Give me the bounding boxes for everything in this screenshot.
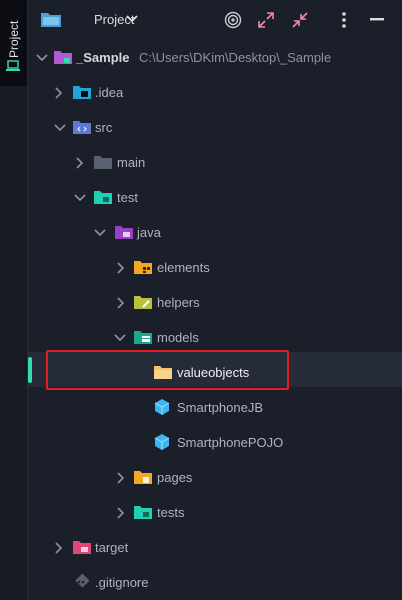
chevron-right-icon[interactable]: [116, 472, 126, 484]
class-cube-icon: [154, 434, 170, 450]
tree-row-test[interactable]: test: [28, 180, 402, 215]
laptop-icon: [6, 60, 20, 71]
smartphonejb-label: SmartphoneJB: [177, 400, 263, 415]
chevron-right-icon[interactable]: [54, 87, 64, 99]
tree-row-smartphonejb[interactable]: SmartphoneJB: [28, 390, 402, 425]
src-label: src: [95, 120, 113, 135]
java-folder-icon: [115, 226, 133, 239]
idea-folder-icon: [73, 86, 91, 99]
project-tab-label: Project: [7, 20, 21, 58]
tree-row-helpers[interactable]: helpers: [28, 285, 402, 320]
more-options-icon[interactable]: [341, 11, 347, 29]
package-folder-icon: [134, 261, 152, 274]
chevron-right-icon[interactable]: [116, 262, 126, 274]
tree-row-idea[interactable]: .idea: [28, 75, 402, 110]
models-folder-icon: [134, 331, 152, 344]
chevron-right-icon[interactable]: [54, 542, 64, 554]
tree-row-smartphonepojo[interactable]: SmartphonePOJO: [28, 425, 402, 460]
chevron-right-icon[interactable]: [116, 507, 126, 519]
tree-row-src[interactable]: src: [28, 110, 402, 145]
tree-row-elements[interactable]: elements: [28, 250, 402, 285]
helpers-folder-icon: [134, 296, 152, 309]
class-cube-icon: [154, 399, 170, 415]
source-folder-icon: [73, 121, 91, 134]
idea-label: .idea: [95, 85, 124, 100]
target-label: target: [95, 540, 129, 555]
folder-icon: [94, 156, 112, 169]
tree-row-pages[interactable]: pages: [28, 460, 402, 495]
tree-row-root[interactable]: _Sample C:\Users\DKim\Desktop\_Sample: [28, 40, 402, 75]
gitignore-file-icon: [75, 574, 89, 588]
chevron-right-icon[interactable]: [116, 297, 126, 309]
tree-row-tests[interactable]: tests: [28, 495, 402, 530]
chevron-down-icon[interactable]: [36, 53, 48, 63]
tree-row-target[interactable]: target: [28, 530, 402, 565]
tree-row-main[interactable]: main: [28, 145, 402, 180]
gitignore-label: .gitignore: [95, 575, 149, 590]
folder-view-icon: [41, 13, 61, 27]
root-name: _Sample: [76, 50, 130, 65]
root-path: C:\Users\DKim\Desktop\_Sample: [139, 50, 332, 65]
highlight-annotation-box: [46, 350, 289, 390]
project-tool-tab[interactable]: Project: [0, 0, 27, 86]
smartphonepojo-label: SmartphonePOJO: [177, 435, 284, 450]
test-folder-icon: [94, 191, 112, 204]
tree-row-gitignore[interactable]: .gitignore: [28, 565, 402, 600]
collapse-all-icon[interactable]: [291, 11, 309, 29]
chevron-down-icon[interactable]: [54, 123, 66, 133]
target-locate-icon[interactable]: [224, 11, 242, 29]
pages-label: pages: [157, 470, 193, 485]
tree-row-java[interactable]: java: [28, 215, 402, 250]
helpers-label: helpers: [157, 295, 200, 310]
models-label: models: [157, 330, 199, 345]
tool-window-strip: Project: [0, 0, 28, 600]
excluded-folder-icon: [73, 541, 91, 554]
java-label: java: [137, 225, 161, 240]
tests-folder-icon: [134, 506, 152, 519]
chevron-right-icon[interactable]: [75, 157, 85, 169]
tests-label: tests: [157, 505, 185, 520]
pages-folder-icon: [134, 471, 152, 484]
chevron-down-icon[interactable]: [126, 14, 138, 24]
chevron-down-icon[interactable]: [114, 333, 126, 343]
project-toolbar: Project: [28, 0, 402, 40]
expand-all-icon[interactable]: [257, 11, 275, 29]
test-label: test: [117, 190, 138, 205]
minimize-icon[interactable]: [370, 18, 384, 22]
chevron-down-icon[interactable]: [74, 193, 86, 203]
chevron-down-icon[interactable]: [94, 228, 106, 238]
main-label: main: [117, 155, 146, 170]
module-folder-icon: [54, 51, 72, 64]
elements-label: elements: [157, 260, 210, 275]
